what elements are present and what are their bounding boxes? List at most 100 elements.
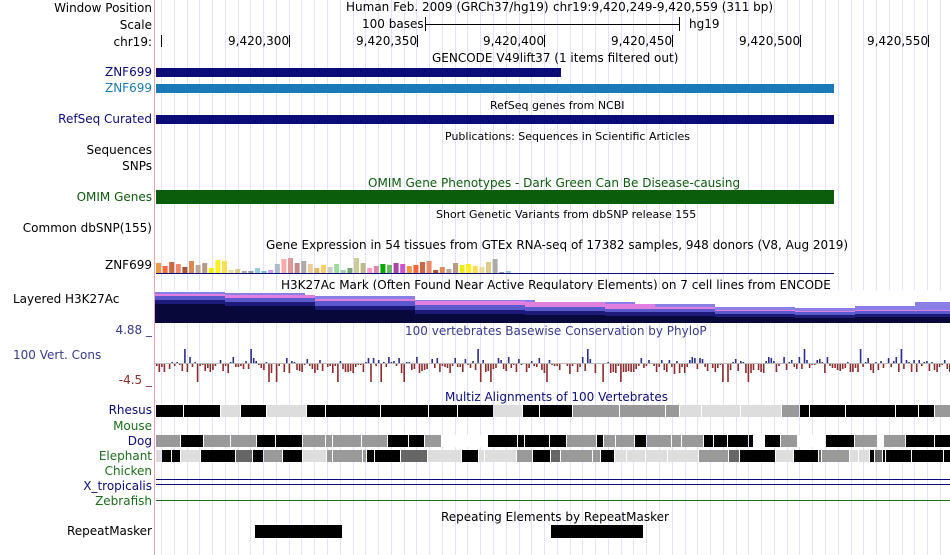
phylop-negative-bar (630, 364, 632, 372)
phylop-negative-bar (513, 364, 515, 365)
alignment-block (859, 450, 869, 462)
alignment-block (333, 435, 361, 447)
repeat-element-1[interactable] (255, 525, 342, 538)
phylop-negative-bar (903, 364, 905, 369)
phylop-negative-bar (214, 364, 217, 366)
alignment-block (826, 435, 854, 447)
phylop-min-label: -4.5 _ (118, 373, 152, 387)
phylop-negative-bar (370, 364, 372, 382)
gencode-transcript-2[interactable] (156, 84, 834, 93)
alignment-block (375, 450, 400, 462)
base-position-ruler[interactable]: 9,420,300 9,420,350 9,420,400 9,420,450 … (155, 33, 950, 49)
phylop-negative-bar (882, 364, 885, 368)
phylop-negative-bar (594, 364, 597, 373)
phylop-conservation-wiggle[interactable] (155, 338, 950, 388)
phylop-positive-bar (640, 358, 643, 363)
alignment-block (875, 450, 882, 462)
refseq-gene-bar[interactable] (156, 115, 834, 124)
omim-track-label[interactable]: OMIM Genes (77, 190, 152, 204)
h3k27ac-layer-segment (605, 316, 715, 323)
h3k27ac-track-label[interactable]: Layered H3K27Ac (13, 292, 119, 306)
phylop-negative-bar (854, 364, 857, 368)
phylop-positive-bar (887, 358, 890, 363)
phylop-negative-bar (247, 364, 250, 369)
gencode-gene-label-1[interactable]: ZNF699 (105, 65, 152, 79)
gencode-gene-label-2[interactable]: ZNF699 (105, 81, 152, 95)
phylop-negative-bar (655, 364, 658, 372)
phylop-negative-bar (625, 364, 627, 372)
refseq-track-label[interactable]: RefSeq Curated (58, 112, 152, 126)
omim-gene-bar[interactable] (156, 190, 834, 204)
phylop-negative-bar (311, 364, 314, 369)
phylop-negative-bar (632, 364, 635, 372)
phylop-negative-bar (737, 364, 739, 371)
phylop-negative-bar (332, 364, 334, 373)
phylop-negative-bar (622, 364, 625, 372)
alignment-block (704, 435, 713, 447)
phylop-positive-bar (293, 362, 296, 363)
h3k27ac-layer-segment (855, 317, 950, 323)
phylop-negative-bar (179, 364, 181, 365)
alignment-block (729, 450, 739, 462)
phylop-negative-bar (168, 364, 171, 369)
phylop-positive-bar (319, 360, 321, 363)
phylop-positive-bar (895, 357, 898, 363)
refseq-track-title: RefSeq genes from NCBI (490, 99, 625, 112)
phylop-track-label[interactable]: 100 Vert. Cons (13, 348, 101, 362)
phylop-positive-bar (676, 361, 678, 363)
dbsnp-track-label[interactable]: Common dbSNP(155) (23, 221, 152, 235)
phylop-negative-bar (400, 364, 403, 373)
phylop-negative-bar (750, 364, 752, 373)
phylop-negative-bar (546, 364, 548, 382)
track-data-area[interactable]: Human Feb. 2009 (GRCh37/hg19) chr19:9,42… (155, 0, 950, 555)
h3k27ac-signal[interactable] (155, 290, 950, 323)
alignment-block (494, 405, 522, 417)
gtex-track-label[interactable]: ZNF699 (105, 258, 152, 272)
multiz-species-zebrafish[interactable]: Zebrafish (95, 494, 152, 508)
gtex-expression-bars[interactable] (155, 254, 835, 274)
multiz-species-alignments[interactable] (155, 403, 950, 508)
phylop-positive-bar (900, 349, 903, 363)
alignment-block (846, 405, 895, 417)
phylop-negative-bar (836, 364, 839, 370)
phylop-positive-bar (765, 361, 767, 363)
repeatmasker-track-title: Repeating Elements by RepeatMasker (441, 510, 669, 524)
phylop-positive-bar (826, 357, 829, 363)
alignment-block (303, 435, 325, 447)
phylop-negative-bar (209, 364, 212, 372)
multiz-species-xtropicalis[interactable]: X_tropicalis (83, 479, 152, 493)
alignment-block (442, 435, 458, 447)
publications-snps-label[interactable]: SNPs (122, 159, 152, 173)
phylop-negative-bar (270, 364, 273, 373)
multiz-species-mouse[interactable]: Mouse (113, 419, 152, 433)
phylop-negative-bar (834, 364, 836, 368)
genome-browser-image[interactable]: Window Position Scale chr19: ZNF699 ZNF6… (0, 0, 950, 555)
phylop-positive-bar (383, 362, 385, 363)
phylop-positive-bar (377, 360, 380, 363)
gencode-transcript-1[interactable] (156, 68, 561, 77)
multiz-species-elephant[interactable]: Elephant (99, 449, 152, 463)
alignment-block (616, 435, 634, 447)
repeatmasker-track-label[interactable]: RepeatMasker (67, 524, 152, 538)
alignment-block (429, 405, 457, 417)
phylop-negative-bar (380, 364, 382, 382)
alignment-block (326, 405, 380, 417)
alignment-block (878, 435, 883, 447)
alignment-block (267, 405, 306, 417)
chrom-label: chr19: (113, 35, 152, 49)
multiz-species-chicken[interactable]: Chicken (105, 464, 152, 478)
multiz-species-rhesus[interactable]: Rhesus (109, 403, 152, 417)
phylop-positive-bar (189, 357, 191, 363)
publications-sequences-label[interactable]: Sequences (87, 143, 152, 157)
phylop-negative-bar (352, 364, 354, 373)
phylop-negative-bar (747, 364, 750, 382)
phylop-negative-bar (196, 364, 199, 382)
phylop-negative-bar (349, 364, 352, 371)
phylop-negative-bar (556, 364, 558, 366)
phylop-negative-bar (551, 364, 553, 365)
alignment-block (935, 405, 950, 417)
multiz-species-dog[interactable]: Dog (128, 434, 152, 448)
alignment-block (156, 450, 161, 462)
repeat-element-2[interactable] (551, 525, 643, 538)
alignment-block (680, 405, 701, 417)
